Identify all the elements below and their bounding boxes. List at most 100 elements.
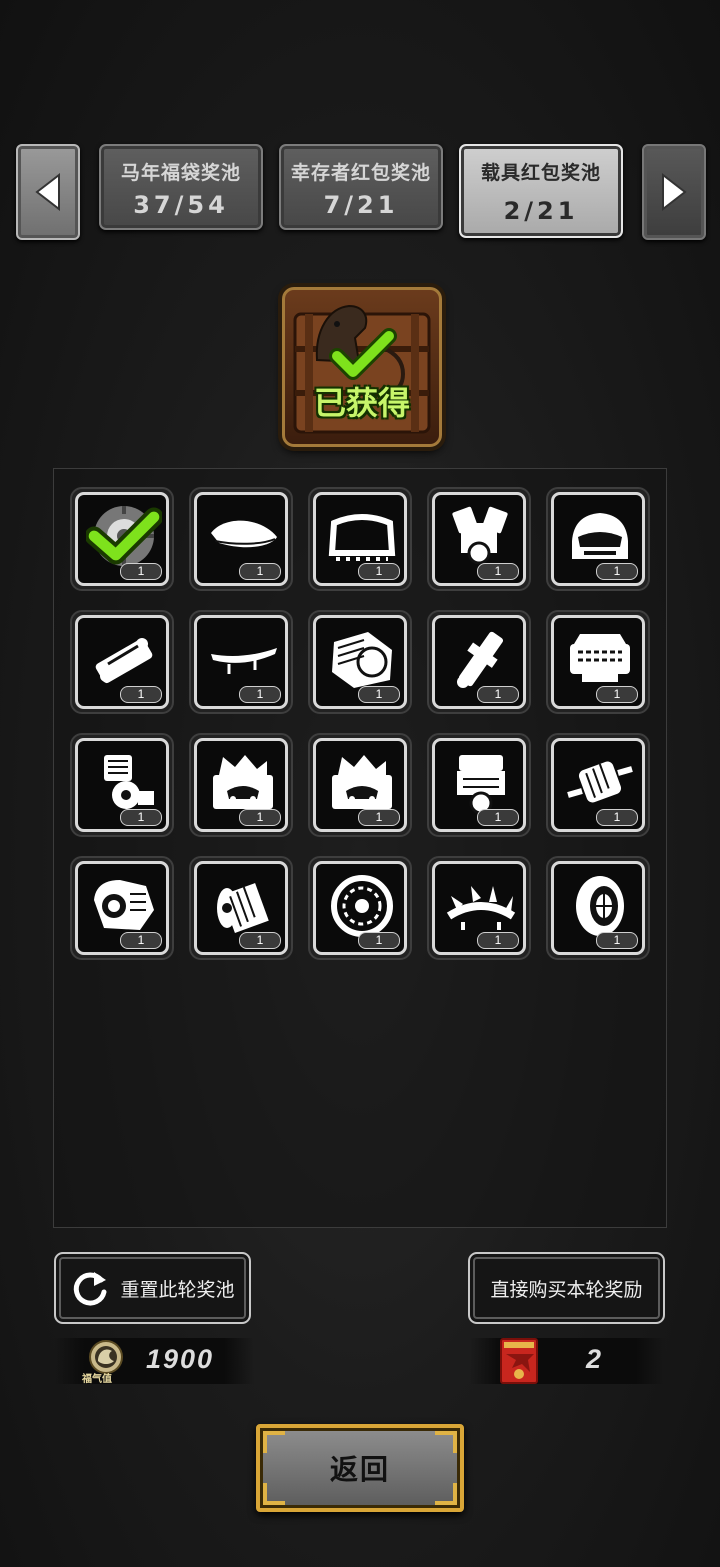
- reward-slot[interactable]: 1: [308, 733, 412, 837]
- corner-ornament: [435, 1431, 457, 1453]
- buy-rewards-label: 直接购买本轮奖励: [490, 1279, 643, 1301]
- reward-quantity: 1: [596, 809, 638, 826]
- tab-survivor-pool[interactable]: 幸存者红包奖池 7/21: [279, 144, 443, 230]
- reward-slot-frame: 1: [432, 861, 526, 955]
- red-packet-icon: [500, 1338, 538, 1384]
- toolbox-icon: [213, 755, 273, 809]
- reward-slot-frame: 1: [75, 492, 169, 586]
- buy-rewards-button[interactable]: 直接购买本轮奖励: [468, 1252, 665, 1324]
- v8-engine-icon: [570, 634, 630, 682]
- arrow-left-icon: [35, 173, 60, 211]
- alternator-icon: [567, 761, 633, 803]
- reward-slot-frame: 1: [194, 615, 288, 709]
- windshield-frame-icon: [328, 514, 396, 561]
- tab-progress: 37/54: [133, 191, 229, 219]
- reward-quantity: 1: [596, 686, 638, 703]
- motorcycle-engine-icon: [104, 755, 154, 809]
- reward-quantity: 1: [239, 932, 281, 949]
- turbo-engine-icon: [94, 880, 154, 930]
- corner-ornament: [435, 1483, 457, 1505]
- red-packet-currency: 2: [470, 1338, 665, 1384]
- reward-slot[interactable]: 1: [427, 487, 531, 591]
- tab-title: 载具红包奖池: [480, 163, 601, 184]
- reward-slot-frame: 1: [313, 615, 407, 709]
- spoiler-icon: [211, 648, 277, 674]
- fuel-pump-icon: [95, 638, 153, 684]
- reset-pool-button[interactable]: 重置此轮奖池: [54, 1252, 251, 1324]
- reward-quantity: 1: [239, 563, 281, 580]
- reward-slot[interactable]: 1: [189, 487, 293, 591]
- reward-quantity: 1: [477, 809, 519, 826]
- reward-slot-frame: 1: [551, 738, 645, 832]
- shock-absorber-icon: [457, 631, 504, 688]
- reward-slot[interactable]: 1: [308, 487, 412, 591]
- reward-quantity: 1: [358, 686, 400, 703]
- toolbox-icon: [332, 755, 392, 809]
- prev-pool-button[interactable]: [16, 144, 80, 240]
- reward-quantity: 1: [120, 809, 162, 826]
- fortune-currency: 福气值 1900: [54, 1338, 254, 1385]
- tab-title: 马年福袋奖池: [120, 163, 241, 184]
- reward-slot[interactable]: 1: [189, 610, 293, 714]
- reward-slot-frame: 1: [432, 492, 526, 586]
- reward-slot[interactable]: 1: [427, 733, 531, 837]
- tab-title: 幸存者红包奖池: [290, 163, 431, 184]
- snow-chain-icon: [331, 875, 393, 937]
- reward-quantity: 1: [239, 686, 281, 703]
- tab-vehicle-pool[interactable]: 载具红包奖池 2/21: [459, 144, 623, 238]
- reward-slot[interactable]: 1: [189, 733, 293, 837]
- reward-slot[interactable]: 1: [546, 733, 650, 837]
- reward-slot-frame: 1: [75, 615, 169, 709]
- reward-slot-frame: 1: [75, 738, 169, 832]
- reward-slot[interactable]: 1: [70, 733, 174, 837]
- obtained-label: 已获得: [313, 385, 410, 421]
- reward-slot[interactable]: 1: [189, 856, 293, 960]
- reward-quantity: 1: [239, 809, 281, 826]
- reward-panel: 1 1 1 1 1 1 1 1 1 1 1 1 1 1 1 1 1 1 1 1: [53, 468, 667, 1228]
- reward-slot[interactable]: 1: [308, 856, 412, 960]
- reward-slot[interactable]: 1: [70, 610, 174, 714]
- roof-box-icon: [211, 520, 277, 548]
- reward-slot[interactable]: 1: [546, 610, 650, 714]
- tab-progress: 7/21: [323, 191, 399, 219]
- reward-slot[interactable]: 1: [546, 856, 650, 960]
- refresh-icon: [74, 1272, 107, 1306]
- reward-quantity: 1: [120, 686, 162, 703]
- reward-slot-frame: 1: [432, 615, 526, 709]
- reward-slot-frame: 1: [432, 738, 526, 832]
- reward-slot[interactable]: 1: [308, 610, 412, 714]
- reward-quantity: 1: [358, 932, 400, 949]
- arrow-right-icon: [662, 173, 687, 211]
- reward-grid: 1 1 1 1 1 1 1 1 1 1 1 1 1 1 1 1 1 1 1 1: [70, 487, 650, 960]
- back-button[interactable]: 返回: [256, 1424, 464, 1512]
- tab-horse-year-pool[interactable]: 马年福袋奖池 37/54: [99, 144, 263, 230]
- reward-quantity: 1: [358, 809, 400, 826]
- reset-pool-label: 重置此轮奖池: [120, 1279, 235, 1301]
- engine-assembly-icon: [457, 755, 505, 815]
- reward-slot-frame: 1: [313, 738, 407, 832]
- reward-slot-frame: 1: [313, 861, 407, 955]
- sport-tire-icon: [576, 876, 624, 936]
- red-packet-value: 2: [586, 1344, 604, 1374]
- obtained-check-icon: [86, 507, 162, 565]
- back-label: 返回: [329, 1454, 390, 1485]
- reward-quantity: 1: [477, 686, 519, 703]
- reward-slot-frame: 1: [313, 492, 407, 586]
- reward-slot-frame: 1: [551, 615, 645, 709]
- reward-quantity: 1: [596, 563, 638, 580]
- fortune-value: 1900: [146, 1344, 215, 1374]
- reward-slot[interactable]: 1: [427, 610, 531, 714]
- reward-slot[interactable]: 1: [70, 487, 174, 591]
- reward-quantity: 1: [477, 563, 519, 580]
- reward-slot-frame: 1: [551, 861, 645, 955]
- corner-ornament: [263, 1483, 285, 1505]
- next-pool-button[interactable]: [642, 144, 706, 240]
- corner-ornament: [263, 1431, 285, 1453]
- reward-slot[interactable]: 1: [70, 856, 174, 960]
- reward-quantity: 1: [120, 563, 162, 580]
- reward-chest[interactable]: 已获得: [282, 287, 442, 447]
- reward-slot[interactable]: 1: [427, 856, 531, 960]
- reward-slot[interactable]: 1: [546, 487, 650, 591]
- reward-slot-frame: 1: [194, 738, 288, 832]
- reward-slot-frame: 1: [75, 861, 169, 955]
